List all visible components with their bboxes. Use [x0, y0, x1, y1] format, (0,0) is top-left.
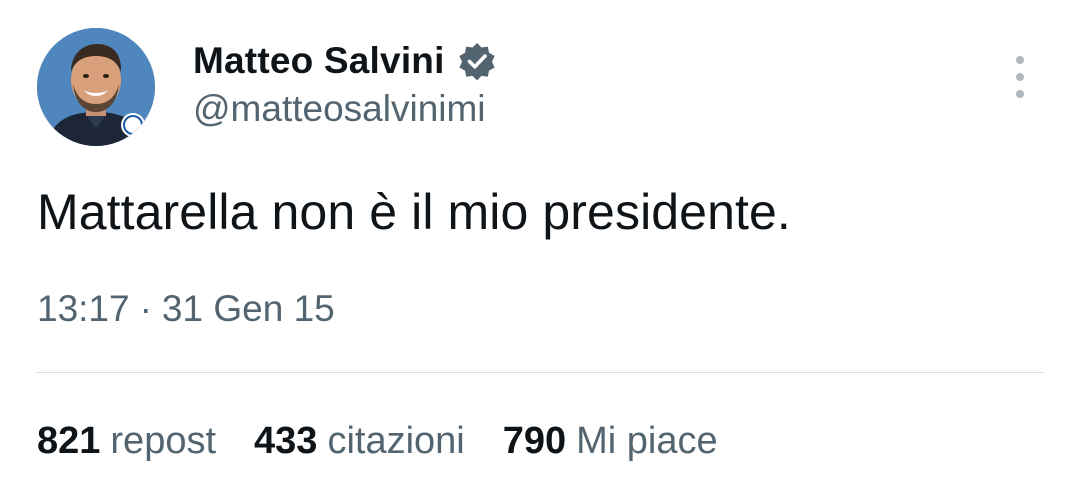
engagement-stats: 821 repost 433 citazioni 790 Mi piace — [37, 420, 756, 463]
author-display-name[interactable]: Matteo Salvini — [193, 40, 445, 82]
author-name-row: Matteo Salvini — [193, 36, 497, 86]
more-options-icon[interactable] — [1003, 52, 1037, 102]
verified-badge-icon — [457, 41, 497, 81]
quotes-label: citazioni — [327, 420, 465, 462]
dot-icon — [1016, 56, 1024, 64]
reposts-label: repost — [110, 420, 217, 462]
quotes-count: 433 — [254, 420, 318, 462]
reposts-stat[interactable]: 821 repost — [37, 420, 216, 463]
likes-count: 790 — [502, 420, 567, 462]
dot-icon — [1016, 73, 1024, 81]
avatar-photo — [37, 28, 155, 146]
tweet-time: 13:17 — [37, 288, 130, 329]
meta-separator: · — [139, 288, 152, 329]
likes-label: Mi piace — [576, 420, 718, 462]
author-handle[interactable]: @matteosalvinimi — [193, 88, 486, 130]
tweet-date: 31 Gen 15 — [161, 288, 335, 329]
avatar[interactable] — [37, 28, 155, 146]
dot-icon — [1016, 90, 1024, 98]
divider — [37, 372, 1043, 373]
reposts-count: 821 — [37, 420, 101, 462]
tweet-text: Mattarella non è il mio presidente. — [37, 184, 791, 240]
likes-stat[interactable]: 790 Mi piace — [503, 420, 718, 463]
quotes-stat[interactable]: 433 citazioni — [254, 420, 465, 463]
tweet-timestamp[interactable]: 13:17 · 31 Gen 15 — [37, 288, 335, 330]
